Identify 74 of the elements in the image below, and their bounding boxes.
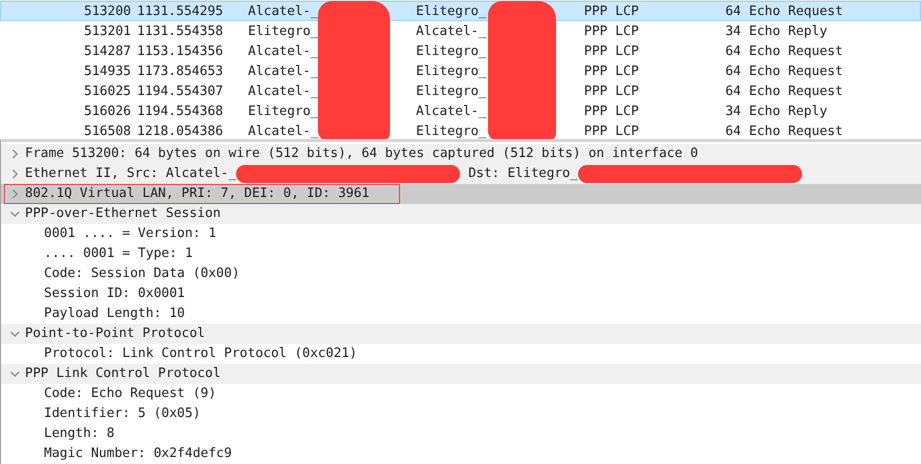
table-cell-text: 64 [724, 43, 741, 60]
table-cell-text: 34 [724, 103, 741, 120]
table-cell-text: 1153.154356 [136, 43, 224, 60]
table-cell-text: Elitegro_ [248, 23, 320, 40]
chevron-down-icon[interactable] [10, 211, 20, 217]
table-cell-text: Alcatel-_ [248, 43, 320, 60]
table-cell-text: Alcatel-_ [248, 3, 320, 20]
table-cell-text: 516025 [83, 83, 131, 100]
table-cell-text: 1218.054386 [136, 123, 224, 139]
table-cell-text: Echo Request [748, 43, 843, 60]
table-cell-text: PPP LCP [584, 103, 640, 120]
packet-row[interactable]: 516025 1194.554307 Alcatel-_ Elitegro_ PPP LCP 64 Echo Request [0, 81, 921, 101]
table-cell-text: Echo Request [748, 83, 843, 100]
table-cell-text: PPP LCP [584, 63, 640, 80]
tree-item[interactable]: Dst: Elitegro_ [468, 164, 578, 184]
table-cell-text: 513201 [83, 23, 131, 40]
tree-item[interactable]: Length: 8 [44, 424, 114, 444]
table-cell-text: 34 [724, 23, 741, 40]
table-cell-text: 1173.854653 [136, 63, 224, 80]
table-cell-text: 64 [724, 63, 741, 80]
table-cell-text: Echo Request [748, 3, 843, 20]
tree-item[interactable]: Magic Number: 0x2f4defc9 [44, 444, 232, 464]
packet-row[interactable]: 516508 1218.054386 Alcatel-_ Elitegro_ PPP LCP 64 Echo Request [0, 121, 921, 139]
chevron-right-icon[interactable] [12, 149, 18, 159]
table-cell-text: Alcatel-_ [416, 23, 488, 40]
tree-item[interactable]: Code: Session Data (0x00) [44, 264, 240, 284]
table-cell-text: Echo Reply [748, 23, 828, 40]
chevron-down-icon[interactable] [10, 371, 20, 377]
packet-row[interactable]: 516026 1194.554368 Elitegro_ Alcatel-_ PPP LCP 34 Echo Reply [0, 101, 921, 121]
table-cell-text: Elitegro_ [416, 3, 488, 20]
tree-item[interactable]: 0001 .... = Version: 1 [44, 224, 216, 244]
table-cell-text: Elitegro_ [416, 43, 488, 60]
tree-item[interactable]: Payload Length: 10 [44, 304, 185, 324]
table-cell-text: Elitegro_ [416, 63, 488, 80]
tree-item[interactable]: Point-to-Point Protocol [25, 324, 206, 344]
table-cell-text: Echo Request [748, 123, 843, 139]
table-cell-text: Alcatel-_ [248, 63, 320, 80]
chevron-down-icon[interactable] [10, 331, 20, 337]
table-cell-text: 516508 [83, 123, 131, 139]
table-cell-text: PPP LCP [584, 123, 640, 139]
table-cell-text: 516026 [83, 103, 131, 120]
tree-item[interactable]: Protocol: Link Control Protocol (0xc021) [44, 344, 358, 364]
table-cell-text: 513200 [83, 3, 131, 20]
table-cell-text: 64 [724, 123, 741, 139]
table-cell-text: Alcatel-_ [248, 123, 320, 139]
tree-item[interactable]: Code: Echo Request (9) [44, 384, 216, 404]
table-cell-text: 1194.554368 [136, 103, 224, 120]
table-cell-text: PPP LCP [584, 43, 640, 60]
table-cell-text: 1194.554307 [136, 83, 224, 100]
table-cell-text: 1131.554295 [136, 3, 224, 20]
tree-item[interactable]: Identifier: 5 (0x05) [44, 404, 201, 424]
table-cell-text: 64 [724, 3, 741, 20]
tree-item[interactable]: Ethernet II, Src: Alcatel-_ [25, 164, 236, 184]
table-cell-text: PPP LCP [584, 3, 640, 20]
table-cell-text: Echo Request [748, 63, 843, 80]
packet-row[interactable]: 514287 1153.154356 Alcatel-_ Elitegro_ PPP LCP 64 Echo Request [0, 41, 921, 61]
table-cell-text: 1131.554358 [136, 23, 224, 40]
table-cell-text: 64 [724, 83, 741, 100]
table-cell-text: Elitegro_ [248, 103, 320, 120]
table-cell-text: Elitegro_ [416, 83, 488, 100]
table-cell-text: PPP LCP [584, 83, 640, 100]
table-cell-text: Alcatel-_ [248, 83, 320, 100]
table-cell-text: Echo Reply [748, 103, 828, 120]
packet-row[interactable]: 514935 1173.854653 Alcatel-_ Elitegro_ PPP LCP 64 Echo Request [0, 61, 921, 81]
packet-row[interactable]: 513201 1131.554358 Elitegro_ Alcatel-_ PPP LCP 34 Echo Reply [0, 21, 921, 41]
table-cell-text: Alcatel-_ [416, 103, 488, 120]
table-cell-text: PPP LCP [584, 23, 640, 40]
chevron-right-icon[interactable] [12, 169, 18, 179]
tree-item[interactable]: .... 0001 = Type: 1 [44, 244, 193, 264]
table-cell-text: 514287 [83, 43, 131, 60]
table-cell-text: 514935 [83, 63, 131, 80]
chevron-right-icon[interactable] [12, 189, 18, 199]
table-cell-text: Elitegro_ [416, 123, 488, 139]
tree-item[interactable]: Session ID: 0x0001 [44, 284, 185, 304]
